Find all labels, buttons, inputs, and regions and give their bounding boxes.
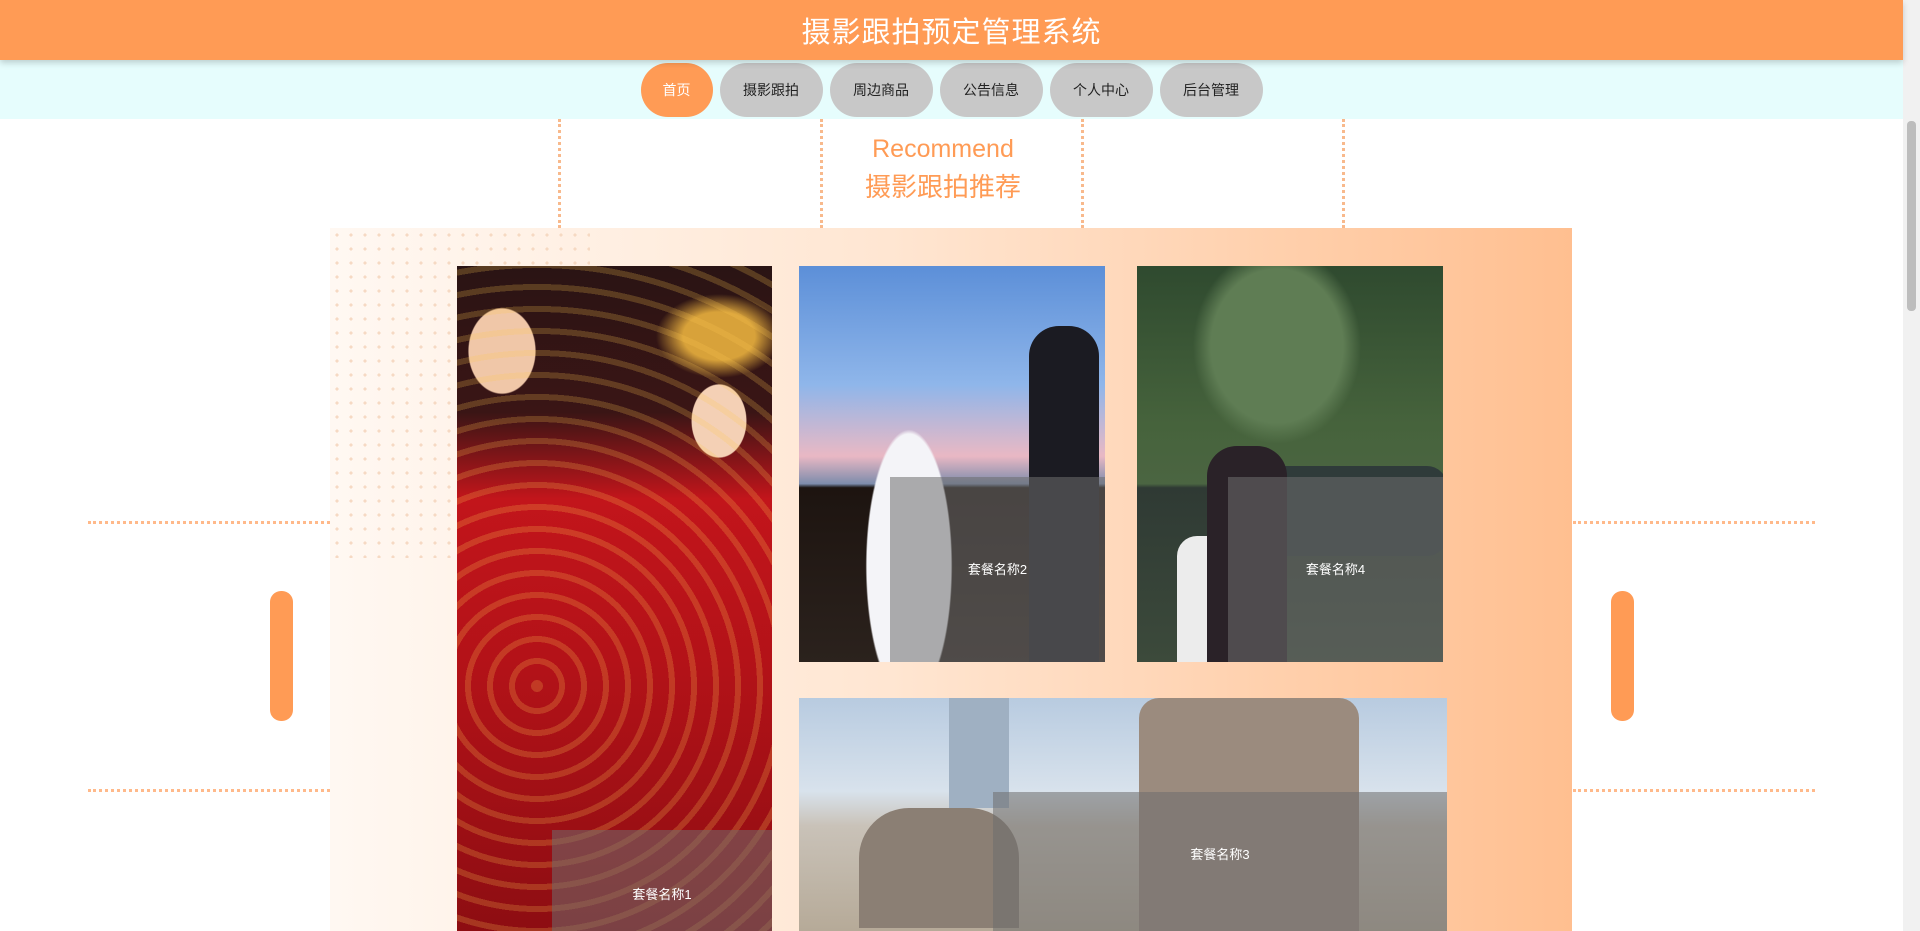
- package-name: 套餐名称4: [1305, 562, 1366, 577]
- nav-item-home[interactable]: 首页: [640, 62, 713, 117]
- decor-line: [1573, 521, 1815, 524]
- page-scrollbar[interactable]: [1903, 0, 1920, 931]
- nav-item-profile[interactable]: 个人中心: [1049, 62, 1153, 117]
- nav-item-photography[interactable]: 摄影跟拍: [719, 62, 823, 117]
- nav-item-merchandise[interactable]: 周边商品: [829, 62, 933, 117]
- divider: [558, 119, 561, 228]
- package-card-3[interactable]: 套餐名称3: [799, 698, 1447, 931]
- nav-item-announcements[interactable]: 公告信息: [939, 62, 1043, 117]
- scrollbar-thumb[interactable]: [1907, 121, 1916, 311]
- package-card-4[interactable]: 套餐名称4: [1137, 266, 1443, 662]
- decor-line: [1573, 789, 1815, 792]
- section-title-cn: 摄影跟拍推荐: [864, 172, 1021, 202]
- package-name: 套餐名称1: [632, 887, 692, 902]
- divider: [1342, 119, 1345, 228]
- package-card-1[interactable]: 套餐名称1: [457, 266, 772, 931]
- decor-line: [88, 521, 330, 524]
- carousel-prev-button[interactable]: [270, 591, 293, 721]
- page-title: 摄影跟拍预定管理系统: [801, 17, 1102, 49]
- recommend-panel: 套餐名称1 套餐名称2 套餐名称4 套餐名称3: [330, 228, 1572, 931]
- package-name: 套餐名称2: [967, 562, 1028, 577]
- main-nav: 首页 摄影跟拍 周边商品 公告信息 个人中心 后台管理: [0, 60, 1903, 119]
- caption-overlay: [552, 830, 772, 931]
- package-card-2[interactable]: 套餐名称2: [799, 266, 1105, 662]
- recommend-section-header: Recommend 摄影跟拍推荐: [558, 119, 1345, 228]
- package-name: 套餐名称3: [1190, 847, 1250, 862]
- decor-line: [88, 789, 330, 792]
- section-title-en: Recommend: [872, 135, 1014, 163]
- nav-item-admin[interactable]: 后台管理: [1159, 62, 1263, 117]
- header-bar: 摄影跟拍预定管理系统: [0, 0, 1903, 60]
- carousel-next-button[interactable]: [1611, 591, 1634, 721]
